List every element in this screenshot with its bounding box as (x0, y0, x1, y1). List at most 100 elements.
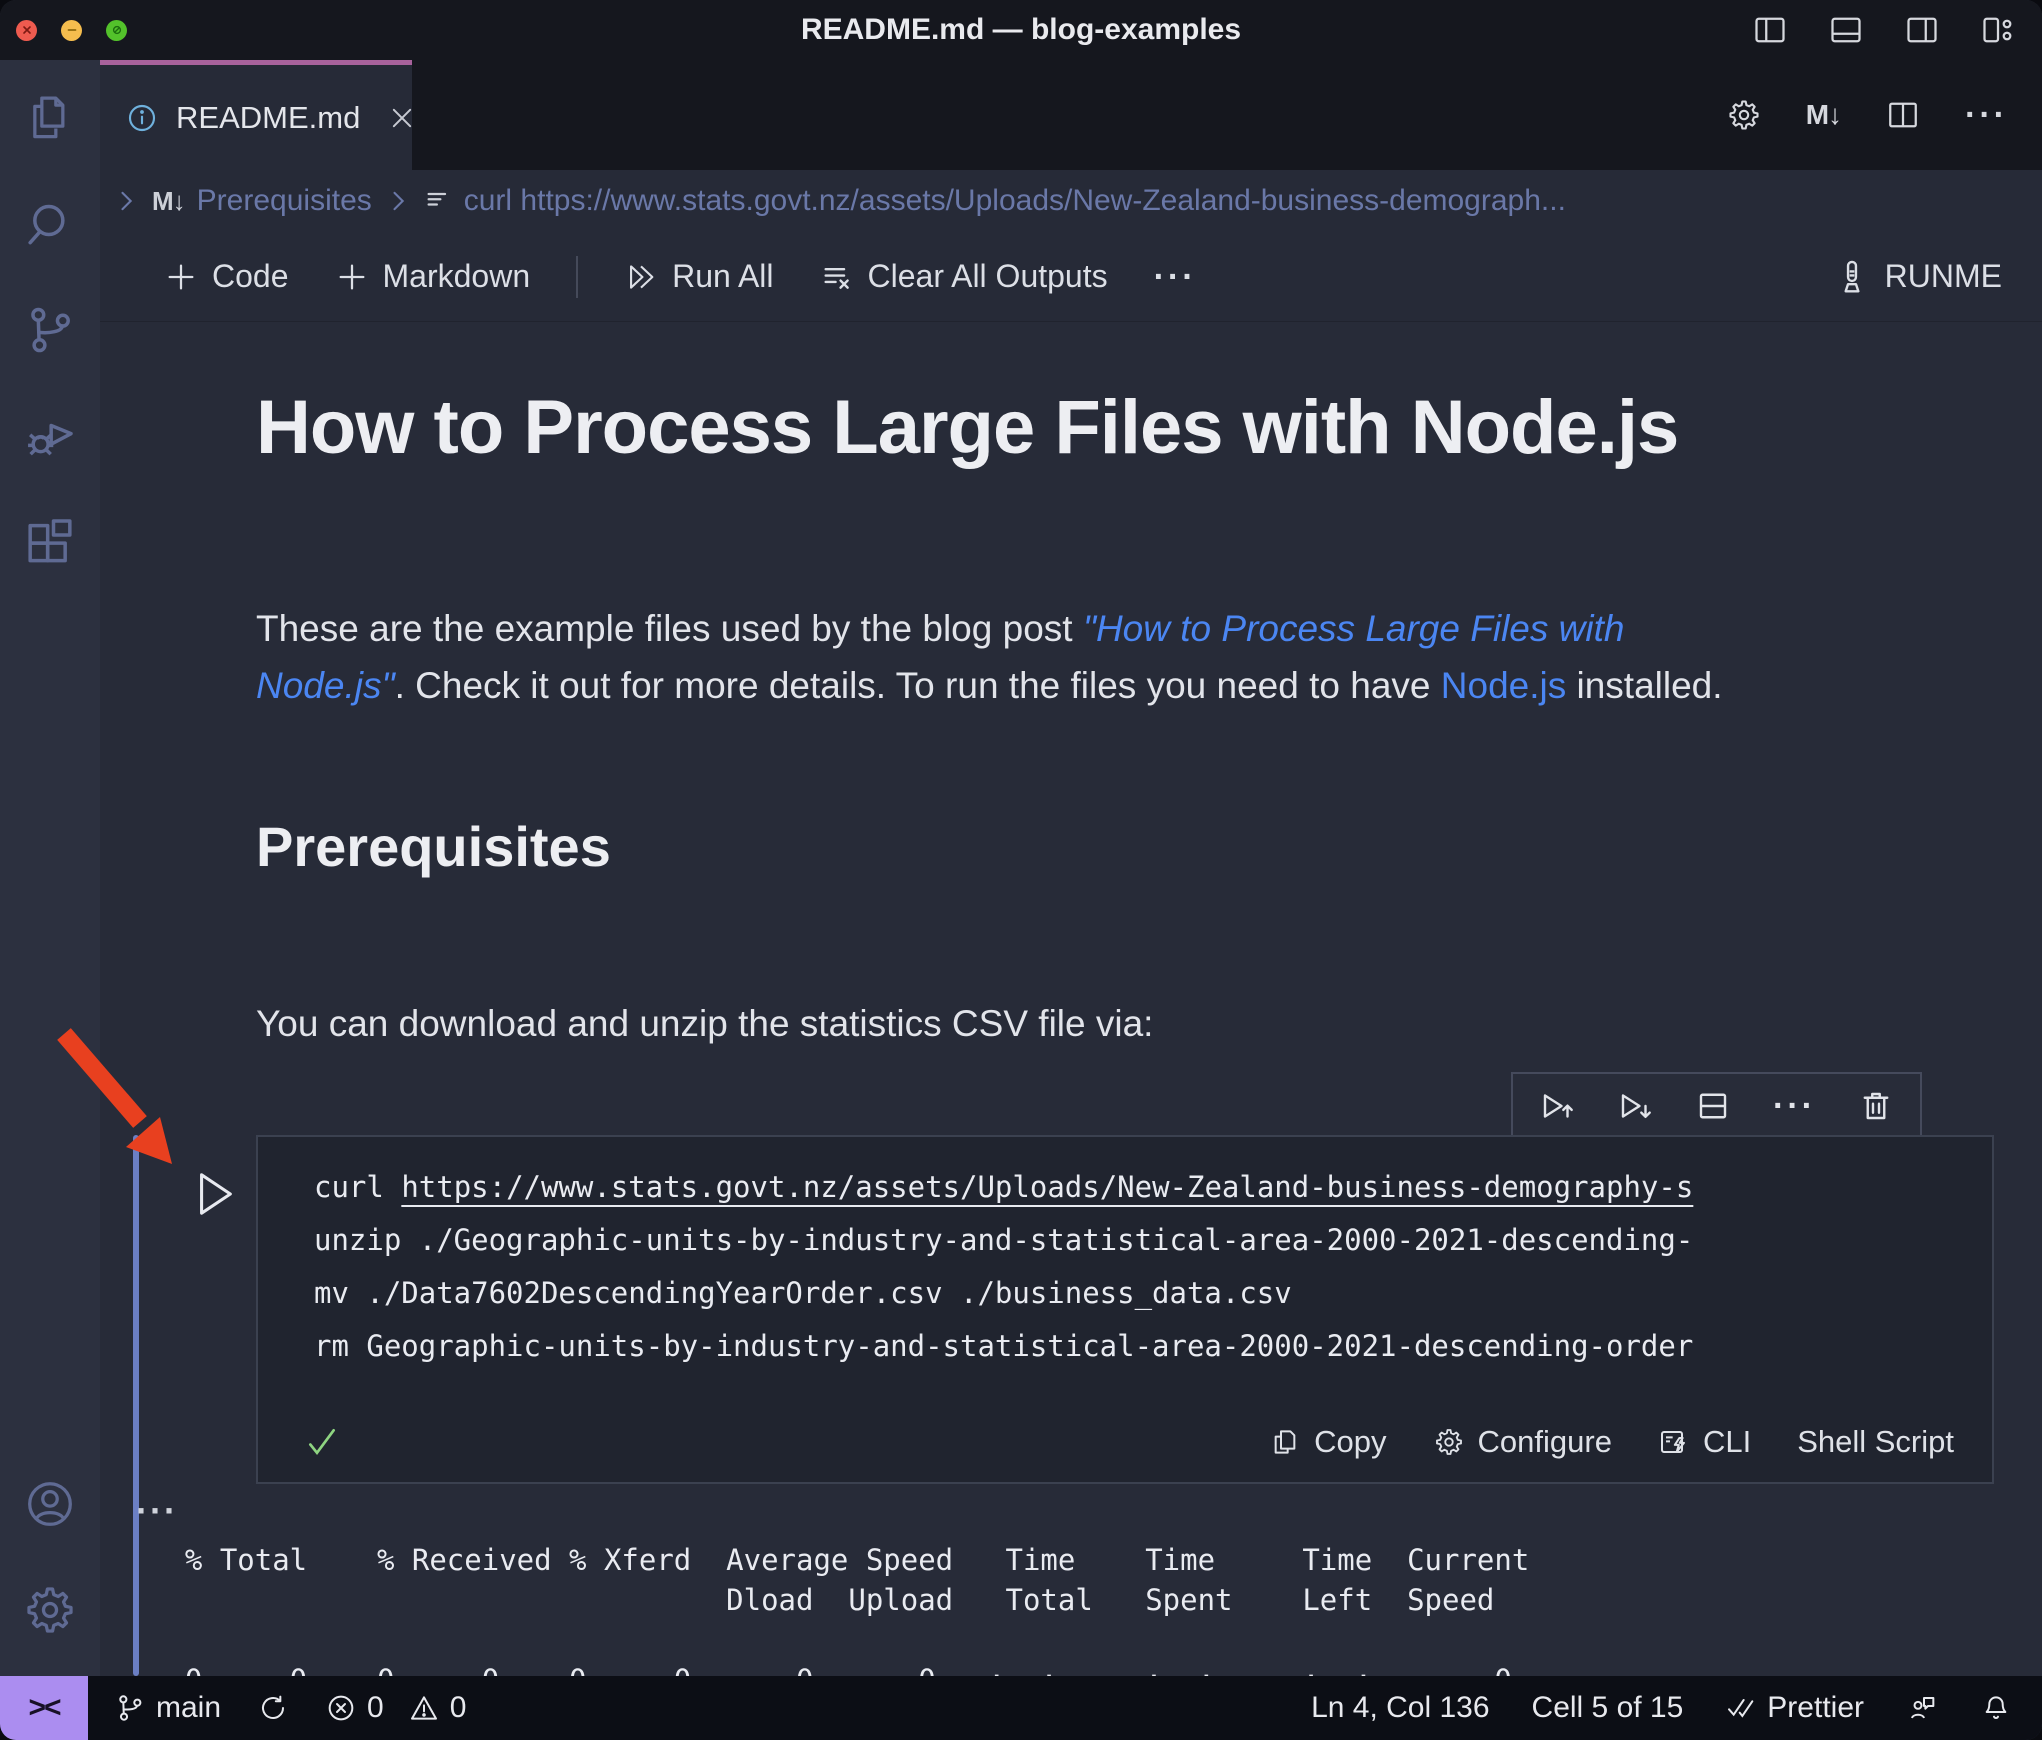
formatter-label: Prettier (1767, 1691, 1864, 1724)
explorer-icon[interactable] (22, 90, 78, 146)
blog-post-link-cont[interactable]: Node.js" (256, 665, 395, 706)
run-all-label: Run All (672, 258, 774, 294)
errors-icon (328, 1695, 354, 1721)
intro-paragraph: These are the example files used by the … (256, 600, 1916, 714)
runme-label: RUNME (1884, 258, 2002, 294)
delete-cell-icon[interactable] (1858, 1088, 1894, 1124)
add-code-cell-button[interactable]: Code (164, 258, 289, 295)
intro-text-3: installed. (1566, 664, 1723, 706)
cell-code[interactable]: curl https://www.stats.govt.nz/assets/Up… (258, 1137, 1992, 1373)
shell-script-label: Shell Script (1797, 1424, 1954, 1459)
execute-above-icon[interactable] (1539, 1088, 1575, 1124)
execute-below-icon[interactable] (1617, 1088, 1653, 1124)
copy-label: Copy (1314, 1424, 1387, 1459)
search-icon[interactable] (22, 196, 78, 252)
settings-gear-icon[interactable] (22, 1582, 78, 1638)
clear-all-label: Clear All Outputs (867, 258, 1108, 294)
breadcrumb-cell[interactable]: curl https://www.stats.govt.nz/assets/Up… (464, 184, 1566, 218)
tab-readme[interactable]: README.md (100, 60, 412, 170)
code-cell[interactable]: curl https://www.stats.govt.nz/assets/Up… (256, 1135, 1994, 1484)
code-line-1-cmd: curl (314, 1170, 402, 1204)
extensions-icon[interactable] (22, 514, 78, 570)
cell-more-actions-icon[interactable]: ··· (1773, 1089, 1816, 1123)
output-header-row-2: Dload Upload Total Spent Left Speed (150, 1583, 1495, 1617)
more-actions-icon[interactable]: ··· (1965, 98, 2008, 132)
code-line-1-url[interactable]: https://www.stats.govt.nz/assets/Uploads… (401, 1170, 1693, 1204)
formatter-status[interactable]: Prettier (1725, 1691, 1864, 1725)
nodejs-link[interactable]: Node.js (1441, 665, 1566, 706)
configure-button[interactable]: Configure (1433, 1424, 1612, 1460)
notebook-settings-gear-icon[interactable] (1726, 97, 1762, 133)
cell-focus-indicator[interactable] (133, 1135, 139, 1676)
branch-name: main (156, 1691, 222, 1724)
intro-text-2: . Check it out for more details. To run … (394, 664, 1441, 706)
notebook-body: How to Process Large Files with Node.js … (100, 322, 2042, 1676)
sync-icon (262, 1695, 285, 1720)
cell-output: % Total % Received % Xferd Average Speed… (150, 1540, 2042, 1676)
breadcrumb-section[interactable]: Prerequisites (197, 184, 372, 218)
runme-button[interactable]: RUNME (1833, 258, 2002, 296)
copy-icon (1274, 1430, 1296, 1454)
notebook-toolbar: Code Markdown Run All Clear All Outputs … (100, 232, 2042, 322)
cell-status-bar: Copy Configure CLI Shell Script (258, 1422, 1992, 1482)
double-check-icon (1728, 1699, 1754, 1718)
tab-strip: README.md M↓ ··· (100, 60, 2042, 170)
info-icon (128, 104, 156, 131)
problems-status[interactable]: 0 0 (325, 1691, 466, 1725)
cli-terminal-icon (1660, 1431, 1685, 1453)
configure-gear-icon (1435, 1429, 1462, 1455)
bell-icon (1985, 1696, 2007, 1719)
customize-layout-icon[interactable] (1980, 12, 2016, 48)
toggle-sidebar-icon[interactable] (1752, 12, 1788, 48)
blog-post-link[interactable]: "How to Process Large Files with (1083, 608, 1625, 649)
cell-toolbar: ··· (1511, 1072, 1922, 1140)
code-line-2: unzip ./Geographic-units-by-industry-and… (314, 1223, 1694, 1257)
code-line-4: rm Geographic-units-by-industry-and-stat… (314, 1329, 1694, 1363)
chevron-right-icon (121, 191, 133, 211)
shell-script-button[interactable]: Shell Script (1797, 1424, 1954, 1460)
run-all-button[interactable]: Run All (624, 258, 774, 295)
editor-actions: M↓ ··· (1691, 60, 2042, 170)
error-count: 0 (367, 1691, 384, 1724)
open-markdown-preview-icon[interactable]: M↓ (1806, 99, 1842, 131)
cli-button[interactable]: CLI (1658, 1424, 1751, 1460)
cursor-position[interactable]: Ln 4, Col 136 (1311, 1691, 1489, 1725)
breadcrumb: M↓ Prerequisites curl https://www.stats.… (100, 170, 2042, 232)
tab-label: README.md (176, 99, 361, 135)
source-control-icon[interactable] (22, 302, 78, 358)
feedback-button[interactable] (1906, 1692, 1938, 1724)
run-debug-icon[interactable] (22, 408, 78, 464)
code-cell-list-icon (427, 192, 446, 206)
feedback-person-icon (1911, 1697, 1935, 1719)
chevron-right-icon (393, 191, 404, 211)
copy-button[interactable]: Copy (1269, 1424, 1387, 1460)
run-all-icon (630, 264, 654, 289)
toggle-secondary-sidebar-icon[interactable] (1904, 12, 1940, 48)
git-branch-icon (119, 1695, 142, 1721)
notifications-button[interactable] (1980, 1692, 2012, 1724)
warning-count: 0 (449, 1691, 467, 1724)
plus-icon (168, 264, 194, 289)
section-heading-prerequisites: Prerequisites (256, 814, 611, 878)
account-icon[interactable] (22, 1476, 78, 1532)
sync-status[interactable] (257, 1692, 289, 1724)
runme-rocket-icon (1844, 260, 1860, 292)
configure-label: Configure (1477, 1424, 1612, 1459)
download-instruction: You can download and unzip the statistic… (256, 1002, 1154, 1044)
output-collapse-indicator[interactable]: ··· (136, 1490, 178, 1532)
toolbar-more-icon[interactable]: ··· (1154, 260, 1197, 294)
activity-bar (0, 60, 100, 1676)
split-editor-icon[interactable] (1885, 97, 1921, 133)
add-markdown-cell-button[interactable]: Markdown (335, 258, 530, 295)
tab-strip-empty (412, 60, 1692, 170)
play-icon (200, 1173, 232, 1215)
git-branch-status[interactable]: main (114, 1691, 221, 1725)
status-bar: >< main 0 0 Ln 4, Col 136 Cell 5 of 15 P… (0, 1676, 2042, 1740)
cell-position[interactable]: Cell 5 of 15 (1532, 1691, 1684, 1725)
intro-text: These are the example files used by the … (256, 607, 1083, 649)
split-cell-icon[interactable] (1695, 1088, 1731, 1124)
run-cell-button[interactable] (192, 1168, 238, 1220)
remote-indicator[interactable]: >< (0, 1676, 88, 1740)
clear-all-outputs-button[interactable]: Clear All Outputs (820, 258, 1108, 295)
toggle-panel-icon[interactable] (1828, 12, 1864, 48)
